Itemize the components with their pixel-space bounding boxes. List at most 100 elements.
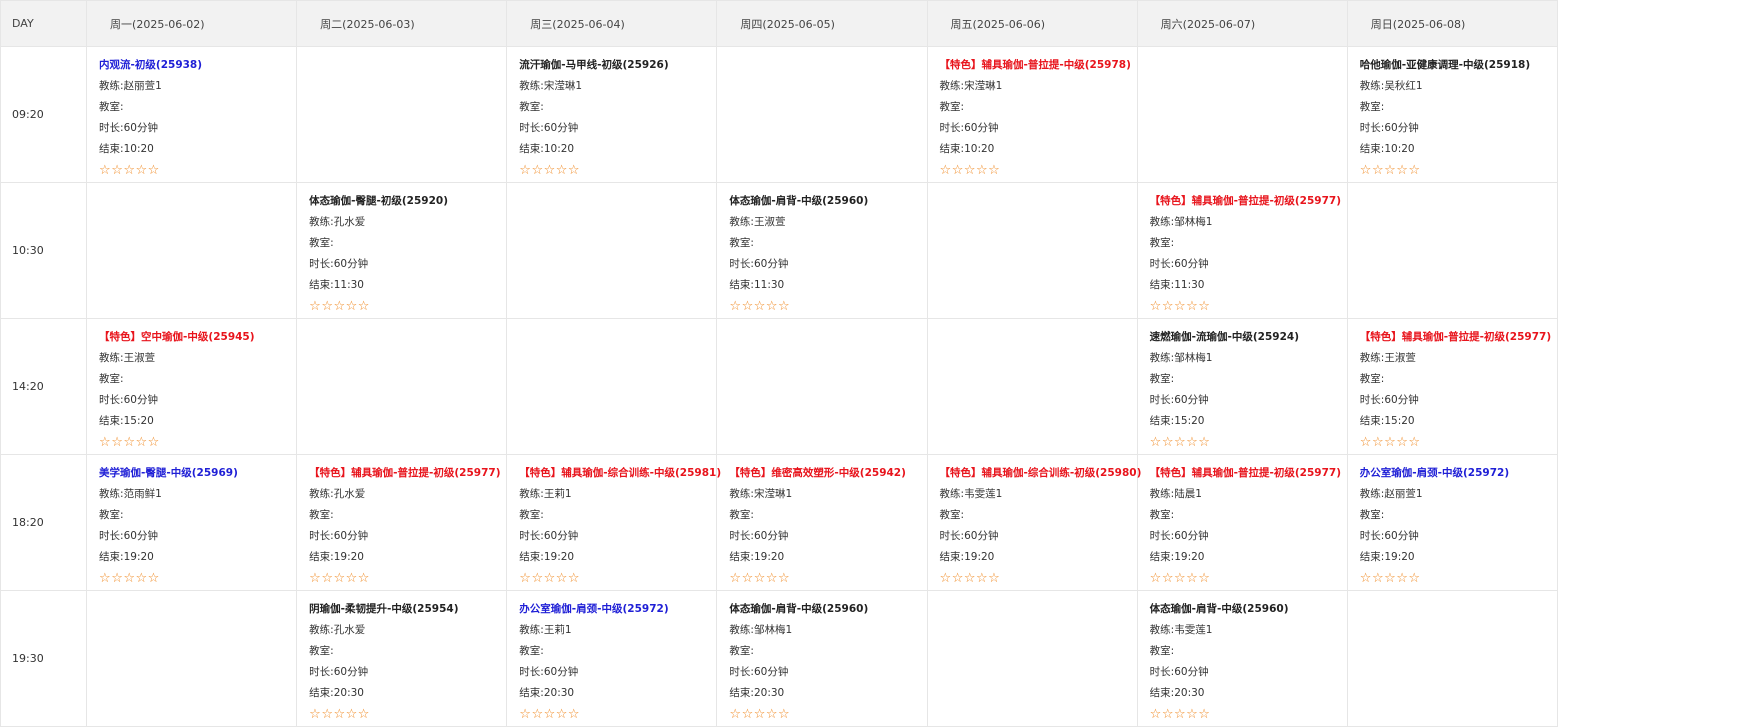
star-icon[interactable]: ☆ bbox=[519, 571, 531, 586]
star-icon[interactable]: ☆ bbox=[742, 707, 754, 722]
star-icon[interactable]: ☆ bbox=[1198, 707, 1210, 722]
star-icon[interactable]: ☆ bbox=[1186, 571, 1198, 586]
star-icon[interactable]: ☆ bbox=[358, 707, 370, 722]
course-title[interactable]: 体态瑜伽-肩背-中级(25960) bbox=[1150, 599, 1347, 620]
star-icon[interactable]: ☆ bbox=[1384, 163, 1396, 178]
star-icon[interactable]: ☆ bbox=[531, 571, 543, 586]
course-title[interactable]: 【特色】辅具瑜伽-综合训练-初级(25980) bbox=[940, 463, 1142, 484]
star-icon[interactable]: ☆ bbox=[544, 707, 556, 722]
star-icon[interactable]: ☆ bbox=[754, 707, 766, 722]
course-title[interactable]: 体态瑜伽-肩背-中级(25960) bbox=[729, 191, 926, 212]
star-icon[interactable]: ☆ bbox=[729, 707, 741, 722]
star-icon[interactable]: ☆ bbox=[309, 299, 321, 314]
star-icon[interactable]: ☆ bbox=[111, 163, 123, 178]
star-icon[interactable]: ☆ bbox=[136, 435, 148, 450]
star-icon[interactable]: ☆ bbox=[321, 707, 333, 722]
star-icon[interactable]: ☆ bbox=[1408, 435, 1420, 450]
star-icon[interactable]: ☆ bbox=[556, 571, 568, 586]
star-icon[interactable]: ☆ bbox=[346, 707, 358, 722]
star-icon[interactable]: ☆ bbox=[778, 707, 790, 722]
star-icon[interactable]: ☆ bbox=[556, 163, 568, 178]
star-icon[interactable]: ☆ bbox=[519, 163, 531, 178]
star-icon[interactable]: ☆ bbox=[111, 571, 123, 586]
course-title[interactable]: 【特色】辅具瑜伽-普拉提-中级(25978) bbox=[940, 55, 1137, 76]
star-icon[interactable]: ☆ bbox=[1174, 299, 1186, 314]
star-icon[interactable]: ☆ bbox=[1150, 435, 1162, 450]
star-icon[interactable]: ☆ bbox=[964, 571, 976, 586]
star-icon[interactable]: ☆ bbox=[940, 163, 952, 178]
star-icon[interactable]: ☆ bbox=[544, 163, 556, 178]
star-icon[interactable]: ☆ bbox=[333, 571, 345, 586]
star-icon[interactable]: ☆ bbox=[742, 571, 754, 586]
star-icon[interactable]: ☆ bbox=[99, 571, 111, 586]
star-icon[interactable]: ☆ bbox=[964, 163, 976, 178]
star-icon[interactable]: ☆ bbox=[1198, 299, 1210, 314]
star-icon[interactable]: ☆ bbox=[99, 435, 111, 450]
star-icon[interactable]: ☆ bbox=[976, 571, 988, 586]
star-icon[interactable]: ☆ bbox=[309, 571, 321, 586]
star-icon[interactable]: ☆ bbox=[754, 571, 766, 586]
course-title[interactable]: 阴瑜伽-柔韧提升-中级(25954) bbox=[309, 599, 506, 620]
star-icon[interactable]: ☆ bbox=[123, 435, 135, 450]
star-icon[interactable]: ☆ bbox=[1162, 571, 1174, 586]
star-icon[interactable]: ☆ bbox=[333, 299, 345, 314]
star-icon[interactable]: ☆ bbox=[136, 571, 148, 586]
star-icon[interactable]: ☆ bbox=[333, 707, 345, 722]
course-title[interactable]: 【特色】辅具瑜伽-普拉提-初级(25977) bbox=[309, 463, 506, 484]
star-icon[interactable]: ☆ bbox=[148, 435, 160, 450]
course-title[interactable]: 【特色】辅具瑜伽-普拉提-初级(25977) bbox=[1150, 463, 1347, 484]
star-icon[interactable]: ☆ bbox=[1162, 435, 1174, 450]
star-icon[interactable]: ☆ bbox=[1396, 435, 1408, 450]
star-icon[interactable]: ☆ bbox=[1174, 571, 1186, 586]
star-icon[interactable]: ☆ bbox=[1408, 571, 1420, 586]
star-icon[interactable]: ☆ bbox=[766, 299, 778, 314]
star-icon[interactable]: ☆ bbox=[358, 299, 370, 314]
star-icon[interactable]: ☆ bbox=[1150, 571, 1162, 586]
star-icon[interactable]: ☆ bbox=[1174, 435, 1186, 450]
course-title[interactable]: 【特色】辅具瑜伽-普拉提-初级(25977) bbox=[1360, 327, 1557, 348]
course-title[interactable]: 美学瑜伽-臀腿-中级(25969) bbox=[99, 463, 296, 484]
star-icon[interactable]: ☆ bbox=[1360, 435, 1372, 450]
star-icon[interactable]: ☆ bbox=[519, 707, 531, 722]
star-icon[interactable]: ☆ bbox=[1186, 435, 1198, 450]
star-icon[interactable]: ☆ bbox=[988, 163, 1000, 178]
star-icon[interactable]: ☆ bbox=[1150, 707, 1162, 722]
star-icon[interactable]: ☆ bbox=[1384, 435, 1396, 450]
star-icon[interactable]: ☆ bbox=[1162, 299, 1174, 314]
course-title[interactable]: 速燃瑜伽-流瑜伽-中级(25924) bbox=[1150, 327, 1347, 348]
star-icon[interactable]: ☆ bbox=[1186, 299, 1198, 314]
star-icon[interactable]: ☆ bbox=[358, 571, 370, 586]
star-icon[interactable]: ☆ bbox=[1186, 707, 1198, 722]
star-icon[interactable]: ☆ bbox=[346, 299, 358, 314]
star-icon[interactable]: ☆ bbox=[766, 707, 778, 722]
star-icon[interactable]: ☆ bbox=[1174, 707, 1186, 722]
star-icon[interactable]: ☆ bbox=[754, 299, 766, 314]
star-icon[interactable]: ☆ bbox=[1396, 571, 1408, 586]
star-icon[interactable]: ☆ bbox=[123, 571, 135, 586]
course-title[interactable]: 办公室瑜伽-肩颈-中级(25972) bbox=[1360, 463, 1557, 484]
star-icon[interactable]: ☆ bbox=[556, 707, 568, 722]
course-title[interactable]: 【特色】辅具瑜伽-普拉提-初级(25977) bbox=[1150, 191, 1347, 212]
star-icon[interactable]: ☆ bbox=[148, 163, 160, 178]
star-icon[interactable]: ☆ bbox=[1408, 163, 1420, 178]
star-icon[interactable]: ☆ bbox=[321, 571, 333, 586]
star-icon[interactable]: ☆ bbox=[544, 571, 556, 586]
star-icon[interactable]: ☆ bbox=[321, 299, 333, 314]
course-title[interactable]: 体态瑜伽-臀腿-初级(25920) bbox=[309, 191, 506, 212]
star-icon[interactable]: ☆ bbox=[952, 163, 964, 178]
star-icon[interactable]: ☆ bbox=[148, 571, 160, 586]
course-title[interactable]: 内观流-初级(25938) bbox=[99, 55, 296, 76]
star-icon[interactable]: ☆ bbox=[940, 571, 952, 586]
star-icon[interactable]: ☆ bbox=[111, 435, 123, 450]
star-icon[interactable]: ☆ bbox=[1360, 163, 1372, 178]
star-icon[interactable]: ☆ bbox=[99, 163, 111, 178]
course-title[interactable]: 体态瑜伽-肩背-中级(25960) bbox=[729, 599, 926, 620]
star-icon[interactable]: ☆ bbox=[976, 163, 988, 178]
star-icon[interactable]: ☆ bbox=[1162, 707, 1174, 722]
star-icon[interactable]: ☆ bbox=[1372, 435, 1384, 450]
star-icon[interactable]: ☆ bbox=[309, 707, 321, 722]
star-icon[interactable]: ☆ bbox=[136, 163, 148, 178]
star-icon[interactable]: ☆ bbox=[742, 299, 754, 314]
star-icon[interactable]: ☆ bbox=[1198, 435, 1210, 450]
star-icon[interactable]: ☆ bbox=[952, 571, 964, 586]
